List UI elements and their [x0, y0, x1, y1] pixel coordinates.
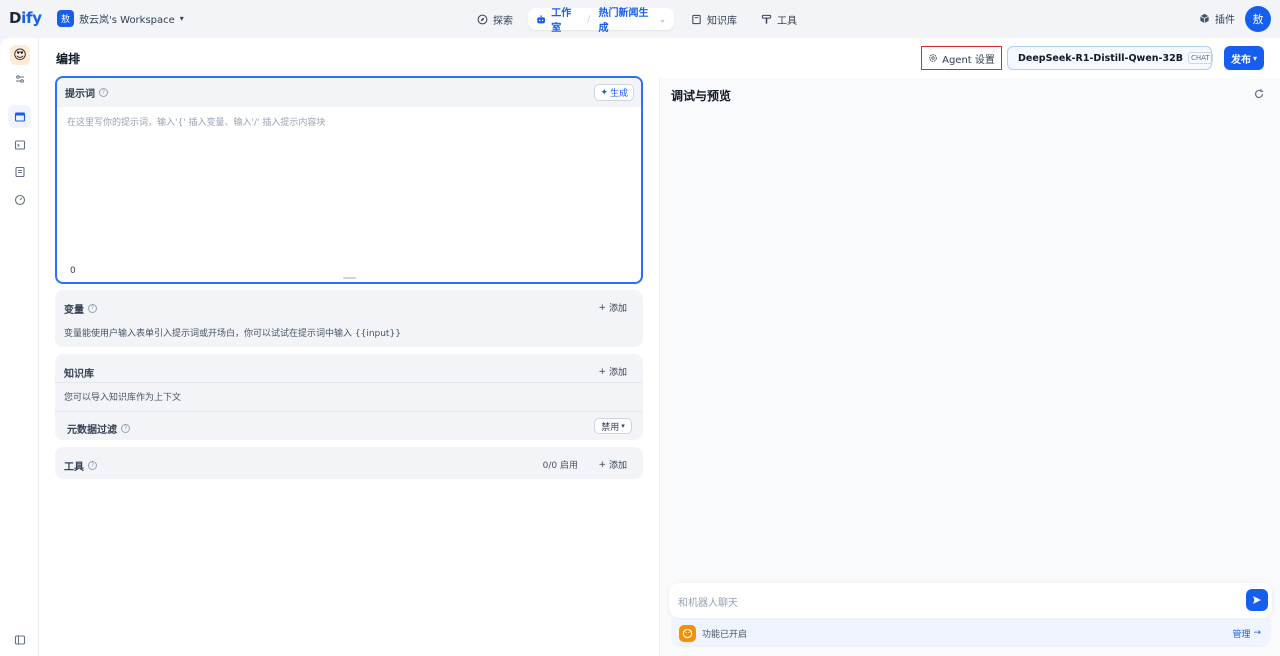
nav-knowledge-label: 知识库 — [707, 15, 737, 27]
prompt-input[interactable]: 在这里写你的提示词，输入'{' 插入变量、输入'/' 插入提示内容块 — [67, 115, 325, 128]
nav-studio[interactable]: 工作室 / 热门新闻生成 ⌄ — [528, 8, 674, 34]
user-avatar[interactable]: 敖 — [1245, 6, 1271, 32]
prompt-label: 提示词 — [65, 89, 95, 100]
publish-button[interactable]: 发布 ▾ — [1224, 46, 1264, 70]
plugins-button[interactable]: 插件 — [1199, 11, 1235, 26]
add-knowledge-button[interactable]: + 添加 — [598, 365, 627, 379]
model-selector[interactable]: DeepSeek-R1-Distill-Qwen-32B CHAT — [1007, 46, 1213, 70]
sparkle-icon: ✦ — [600, 87, 608, 98]
tools-section: 工具 ? 0/0 启用 + 添加 — [55, 447, 643, 479]
nav-explore-label: 探索 — [493, 15, 513, 27]
send-button[interactable] — [1246, 589, 1268, 611]
chevron-down-icon: ⌄ — [659, 14, 666, 24]
chat-input-box[interactable]: 和机器人聊天 — [669, 583, 1272, 618]
variables-label: 变量 — [64, 305, 84, 316]
logs-icon[interactable] — [8, 160, 31, 183]
metadata-filter-select[interactable]: 禁用 ▾ — [594, 418, 632, 434]
app-sidebar: 😍 — [0, 38, 39, 656]
knowledge-label: 知识库 — [64, 369, 94, 380]
hammer-icon — [761, 14, 772, 24]
refresh-icon[interactable] — [1253, 88, 1265, 100]
debug-preview-panel: 调试与预览 和机器人聊天 功能已开启 管理 → — [661, 78, 1280, 656]
tools-header: 工具 ? — [64, 458, 97, 473]
nav-separator: / — [587, 13, 591, 25]
model-name: DeepSeek-R1-Distill-Qwen-32B — [1018, 52, 1183, 64]
chat-input[interactable]: 和机器人聊天 — [678, 594, 738, 609]
robot-icon — [537, 14, 545, 23]
resize-handle[interactable] — [343, 277, 356, 279]
send-icon — [1253, 596, 1261, 604]
divider — [55, 411, 643, 412]
manage-features-button[interactable]: 管理 → — [1232, 627, 1261, 640]
nav-explore[interactable]: 探索 — [477, 8, 513, 30]
help-icon[interactable]: ? — [88, 461, 97, 470]
prompt-header: 提示词 ? — [57, 78, 641, 107]
add-variable-button[interactable]: + 添加 — [598, 301, 627, 315]
nav-studio-label: 工作室 — [551, 8, 572, 34]
chevron-down-icon: ▾ — [179, 14, 184, 23]
nav-tools[interactable]: 工具 — [761, 8, 797, 30]
collapse-sidebar-icon[interactable] — [8, 628, 31, 651]
help-icon[interactable]: ? — [99, 88, 108, 97]
features-status-text: 功能已开启 — [702, 629, 748, 640]
plus-icon: + — [598, 302, 606, 313]
knowledge-section: 知识库 + 添加 您可以导入知识库作为上下文 元数据过滤 ? 禁用 ▾ — [55, 354, 643, 440]
metadata-filter-label: 元数据过滤 — [67, 425, 117, 436]
nav-tools-label: 工具 — [777, 15, 797, 27]
variables-description: 变量能使用户输入表单引入提示词或开场白，你可以试试在提示词中输入 {{input… — [64, 329, 401, 339]
panel-divider[interactable] — [659, 78, 660, 656]
metadata-filter-value: 禁用 — [601, 422, 620, 433]
current-app-name[interactable]: 热门新闻生成 — [599, 4, 655, 34]
page-title: 编排 — [56, 52, 81, 66]
generate-button[interactable]: ✦ 生成 — [594, 84, 634, 101]
knowledge-header: 知识库 — [64, 365, 94, 380]
top-bar: Dify 敖 敖云岚's Workspace ▾ 探索 工作室 / 热门新闻生成… — [0, 0, 1280, 38]
orchestrate-icon[interactable] — [8, 105, 31, 128]
plus-icon: + — [598, 459, 606, 470]
prompt-editor-card: 提示词 ? ✦ 生成 在这里写你的提示词，输入'{' 插入变量、输入'/' 插入… — [55, 76, 643, 284]
knowledge-description: 您可以导入知识库作为上下文 — [64, 393, 182, 403]
add-variable-label: 添加 — [608, 304, 627, 314]
workspace-selector[interactable]: 敖 敖云岚's Workspace ▾ — [57, 10, 184, 27]
metadata-filter-header: 元数据过滤 ? — [67, 421, 130, 436]
debug-title: 调试与预览 — [671, 89, 732, 103]
arrow-right-icon: → — [1253, 628, 1261, 638]
generate-label: 生成 — [609, 89, 628, 99]
agent-settings-button[interactable]: Agent 设置 — [921, 46, 1002, 70]
gear-icon — [929, 54, 937, 62]
publish-label: 发布 — [1230, 54, 1251, 66]
features-bar: 功能已开启 管理 → — [671, 619, 1271, 647]
main-panel: 😍 编排 Agent 设置 DeepSeek-R1-Distill-Qwen-3… — [0, 38, 1280, 656]
chevron-down-icon: ▾ — [621, 422, 625, 430]
help-icon[interactable]: ? — [88, 304, 97, 313]
variables-header: 变量 ? — [64, 301, 97, 316]
feature-smile-icon — [679, 624, 696, 642]
app-emoji-icon[interactable]: 😍 — [10, 45, 30, 65]
nav-knowledge[interactable]: 知识库 — [691, 8, 737, 30]
workspace-name: 敖云岚's Workspace — [79, 15, 175, 26]
divider — [55, 382, 643, 383]
plugins-label: 插件 — [1215, 15, 1235, 26]
compass-icon — [477, 14, 488, 24]
manage-label: 管理 — [1232, 629, 1251, 640]
workspace-avatar: 敖 — [57, 10, 74, 27]
cube-icon — [1200, 13, 1209, 24]
chevron-down-icon: ▾ — [1252, 53, 1257, 63]
help-icon[interactable]: ? — [121, 424, 130, 433]
add-tool-label: 添加 — [608, 461, 627, 471]
tools-label: 工具 — [64, 462, 84, 473]
tools-enabled-count: 0/0 启用 — [542, 461, 578, 471]
add-knowledge-label: 添加 — [608, 368, 627, 378]
monitor-icon[interactable] — [8, 188, 31, 211]
prompt-char-count: 0 — [70, 266, 76, 276]
book-icon — [692, 14, 701, 24]
plus-icon: + — [598, 366, 606, 377]
sliders-icon[interactable] — [8, 67, 31, 90]
variables-section: 变量 ? + 添加 变量能使用户输入表单引入提示词或开场白，你可以试试在提示词中… — [55, 290, 643, 347]
model-mode-badge: CHAT — [1187, 52, 1213, 64]
terminal-icon[interactable] — [8, 133, 31, 156]
agent-settings-label: Agent 设置 — [942, 54, 995, 66]
add-tool-button[interactable]: + 添加 — [598, 458, 627, 472]
dify-logo[interactable]: Dify — [9, 9, 42, 27]
